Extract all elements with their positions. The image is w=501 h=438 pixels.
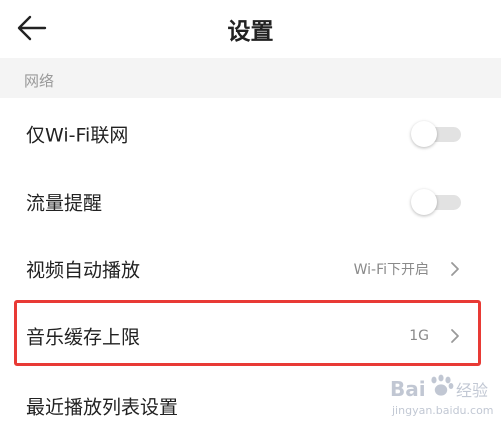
setting-label: 视频自动播放 <box>26 259 141 282</box>
toggle-knob <box>411 121 437 147</box>
app-header: 设置 <box>0 0 501 58</box>
page-title: 设置 <box>227 19 274 45</box>
setting-row-video-autoplay[interactable]: 视频自动播放 Wi-Fi下开启 <box>0 237 501 301</box>
chevron-right-icon <box>451 262 459 276</box>
setting-row-music-cache-limit[interactable]: 音乐缓存上限 1G <box>0 304 501 368</box>
chevron-right-icon <box>451 329 459 343</box>
section-label: 网络 <box>24 72 55 90</box>
svg-text:jingyan.baidu.com: jingyan.baidu.com <box>391 404 494 417</box>
svg-text:Bai: Bai <box>390 377 426 401</box>
setting-row-wifi-only[interactable]: 仅Wi-Fi联网 <box>0 102 501 166</box>
setting-value: 1G <box>409 328 429 344</box>
toggle-knob <box>411 189 437 215</box>
setting-label: 仅Wi-Fi联网 <box>26 124 129 147</box>
setting-label: 流量提醒 <box>26 192 103 215</box>
wifi-only-toggle[interactable] <box>411 121 461 147</box>
setting-row-data-reminder[interactable]: 流量提醒 <box>0 170 501 234</box>
svg-text:经验: 经验 <box>456 381 488 400</box>
setting-label: 音乐缓存上限 <box>26 326 141 349</box>
section-header-network: 网络 <box>0 58 501 98</box>
setting-value: Wi-Fi下开启 <box>353 262 429 278</box>
baidu-paw-logo: Bai 经验 jingyan.baidu.com <box>390 374 494 417</box>
watermark: Bai 经验 jingyan.baidu.com <box>388 372 494 422</box>
setting-label: 最近播放列表设置 <box>26 396 179 419</box>
data-reminder-toggle[interactable] <box>411 189 461 215</box>
